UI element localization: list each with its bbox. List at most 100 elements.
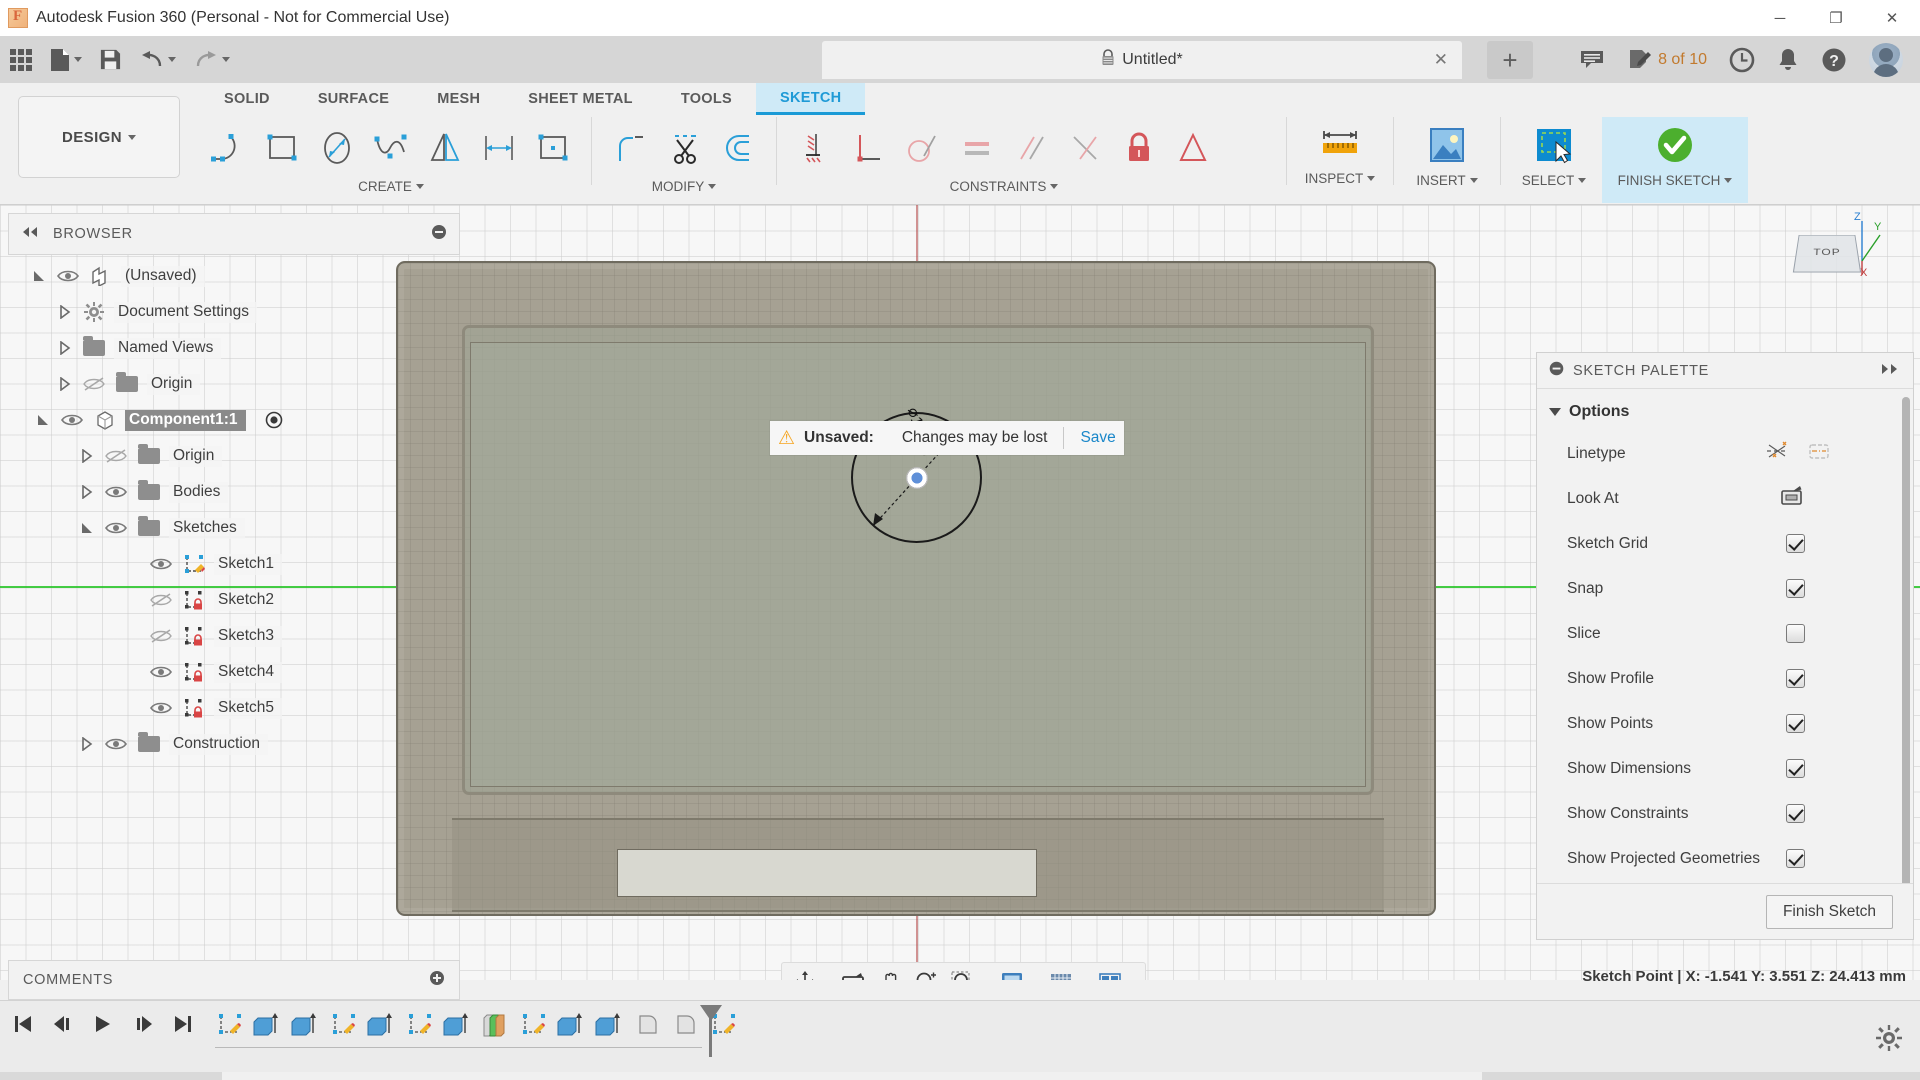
tab-solid[interactable]: SOLID [200, 83, 294, 115]
visibility-eye-icon[interactable] [148, 553, 174, 575]
parallel-constraint-tool[interactable] [1004, 120, 1058, 176]
slice-checkbox[interactable] [1786, 624, 1805, 643]
tree-node-sketch4[interactable]: Sketch4 [8, 654, 460, 690]
tree-node-component1[interactable]: Component1:1 [8, 402, 460, 438]
notifications-button[interactable] [1768, 39, 1808, 81]
collapse-browser-icon[interactable] [21, 225, 39, 243]
viewports-button[interactable] [1092, 965, 1139, 980]
sketch-ellipse-tool[interactable] [310, 120, 364, 176]
visibility-eye-icon[interactable] [103, 481, 129, 503]
fillet-tool[interactable] [603, 120, 657, 176]
show-profile-checkbox[interactable] [1786, 669, 1805, 688]
tree-node-sketches[interactable]: Sketches [8, 510, 460, 546]
twisty-collapsed-icon[interactable] [78, 483, 96, 501]
insert-button[interactable]: INSERT [1399, 117, 1495, 203]
trim-tool[interactable] [657, 120, 711, 176]
timeline-feature-extrude[interactable] [554, 1008, 590, 1042]
display-settings-button[interactable] [994, 965, 1041, 980]
timeline-feature-fillet[interactable] [630, 1008, 666, 1042]
go-to-end-button[interactable] [170, 1011, 196, 1037]
timeline-scrollbar[interactable] [0, 1072, 1920, 1080]
timeline-feature-sketch[interactable] [516, 1008, 552, 1042]
twisty-expanded-icon[interactable] [30, 267, 48, 285]
tangent-constraint-tool[interactable] [896, 120, 950, 176]
twisty-collapsed-icon[interactable] [56, 375, 74, 393]
comments-button[interactable] [1570, 39, 1614, 81]
play-button[interactable] [90, 1011, 116, 1037]
tree-node-origin-component[interactable]: Origin [8, 438, 460, 474]
sketch-arc-tool[interactable] [202, 120, 256, 176]
redo-button[interactable] [186, 40, 237, 80]
visibility-hidden-icon[interactable] [103, 445, 129, 467]
twisty-collapsed-icon[interactable] [78, 447, 96, 465]
view-cube[interactable]: TOP Z Y X [1778, 215, 1880, 293]
timeline-feature-extrude[interactable] [592, 1008, 628, 1042]
look-at-button[interactable] [835, 965, 871, 980]
tree-node-document-settings[interactable]: Document Settings [8, 294, 460, 330]
visibility-eye-icon[interactable] [59, 409, 85, 431]
sketch-rect-pattern-tool[interactable] [526, 120, 580, 176]
finish-sketch-dialog-button[interactable]: Finish Sketch [1766, 895, 1893, 929]
tab-sheet-metal[interactable]: SHEET METAL [504, 83, 657, 115]
sketch-spline-tool[interactable] [364, 120, 418, 176]
timeline-feature-sketch[interactable] [326, 1008, 362, 1042]
document-tab[interactable]: Untitled* ✕ [822, 41, 1462, 79]
step-back-button[interactable] [50, 1011, 76, 1037]
sketch-mirror-tool[interactable] [418, 120, 472, 176]
tab-mesh[interactable]: MESH [413, 83, 504, 115]
horizontal-vertical-constraint-tool[interactable] [788, 120, 842, 176]
minus-circle-icon[interactable] [1549, 361, 1564, 381]
timeline-feature-extrude[interactable] [440, 1008, 476, 1042]
offset-tool[interactable] [711, 120, 765, 176]
app-grid-button[interactable] [3, 40, 39, 80]
panel-create-label[interactable]: CREATE [196, 179, 586, 194]
tab-surface[interactable]: SURFACE [294, 83, 413, 115]
undo-button[interactable] [132, 40, 183, 80]
sketch-grid-checkbox[interactable] [1786, 534, 1805, 553]
double-arrow-right-icon[interactable] [1881, 363, 1901, 378]
construction-line-icon[interactable] [1765, 440, 1789, 467]
visibility-hidden-icon[interactable] [148, 625, 174, 647]
timeline-settings-button[interactable] [1876, 1025, 1902, 1056]
options-section-header[interactable]: Options [1537, 395, 1913, 431]
panel-constraints-label[interactable]: CONSTRAINTS [782, 179, 1226, 194]
step-forward-button[interactable] [130, 1011, 156, 1037]
timeline-feature-shell[interactable] [478, 1008, 514, 1042]
tree-node-named-views[interactable]: Named Views [8, 330, 460, 366]
timeline-feature-extrude[interactable] [250, 1008, 286, 1042]
tree-node-bodies[interactable]: Bodies [8, 474, 460, 510]
go-to-start-button[interactable] [10, 1011, 36, 1037]
sketch-rectangle-tool[interactable] [256, 120, 310, 176]
symmetry-constraint-tool[interactable] [1166, 120, 1220, 176]
orbit-button[interactable] [788, 965, 833, 980]
tab-sketch[interactable]: SKETCH [756, 83, 865, 115]
snap-checkbox[interactable] [1786, 579, 1805, 598]
tree-node-sketch5[interactable]: Sketch5 [8, 690, 460, 726]
show-points-checkbox[interactable] [1786, 714, 1805, 733]
save-link[interactable]: Save [1080, 429, 1115, 447]
comments-panel[interactable]: COMMENTS [8, 960, 460, 1000]
show-dimensions-checkbox[interactable] [1786, 759, 1805, 778]
palette-scrollbar[interactable] [1902, 397, 1910, 883]
maximize-button[interactable]: ❐ [1808, 0, 1864, 36]
timeline-feature-extrude[interactable] [288, 1008, 324, 1042]
laptop-model-body[interactable] [396, 261, 1436, 916]
show-projected-geometries-checkbox[interactable] [1786, 849, 1805, 868]
tree-node-unsaved[interactable]: (Unsaved) [8, 258, 460, 294]
twisty-collapsed-icon[interactable] [78, 735, 96, 753]
midpoint-constraint-tool[interactable] [1058, 120, 1112, 176]
new-tab-button[interactable]: + [1487, 41, 1533, 79]
centerline-icon[interactable] [1807, 440, 1831, 467]
minimize-panel-icon[interactable] [431, 224, 447, 245]
tree-node-origin-root[interactable]: Origin [8, 366, 460, 402]
zoom-button[interactable] [909, 965, 943, 980]
user-account-button[interactable] [1860, 39, 1912, 81]
workspace-switcher[interactable]: DESIGN [18, 96, 180, 178]
twisty-expanded-icon[interactable] [34, 411, 52, 429]
visibility-eye-icon[interactable] [148, 697, 174, 719]
save-button[interactable] [92, 40, 129, 80]
twisty-expanded-icon[interactable] [78, 519, 96, 537]
timeline-feature-fillet[interactable] [668, 1008, 704, 1042]
close-button[interactable]: ✕ [1864, 0, 1920, 36]
perpendicular-constraint-tool[interactable] [842, 120, 896, 176]
